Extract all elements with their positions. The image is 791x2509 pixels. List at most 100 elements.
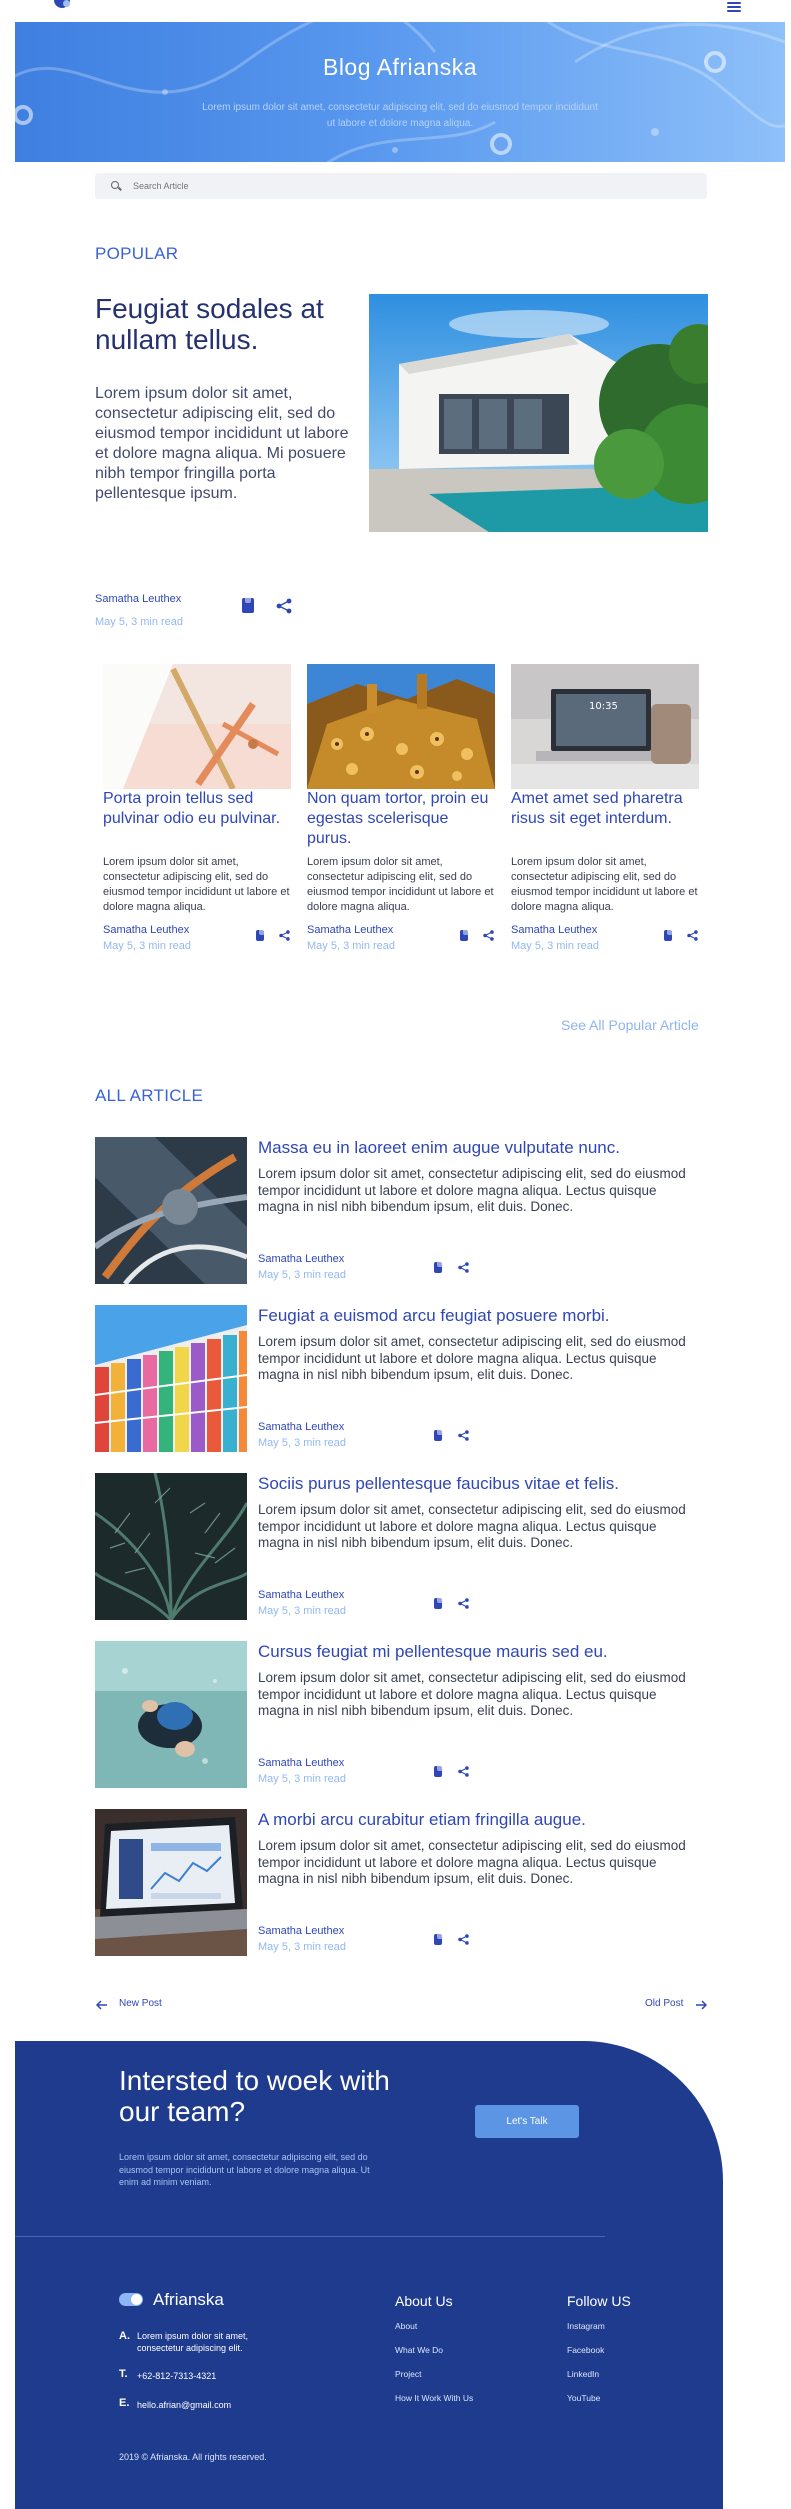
- article-title-4[interactable]: Cursus feugiat mi pellentesque mauris se…: [258, 1642, 698, 1662]
- hero-subtitle: Lorem ipsum dolor sit amet, consectetur …: [202, 102, 598, 129]
- search-bar[interactable]: [95, 173, 707, 199]
- article-image-5[interactable]: [95, 1809, 247, 1956]
- article-body-1: Lorem ipsum dolor sit amet, consectetur …: [258, 1166, 686, 1214]
- footer-link-linkedin[interactable]: LinkedIn: [567, 2369, 599, 2379]
- follow-heading: Follow US: [567, 2293, 631, 2309]
- featured-image[interactable]: [369, 294, 708, 532]
- article-author-5[interactable]: Samatha Leuthex: [258, 1925, 344, 1937]
- svg-text:10:35: 10:35: [589, 701, 618, 712]
- copyright: 2019 © Afrianska. All rights reserved.: [119, 2452, 267, 2462]
- section-all-article-label: ALL ARTICLE: [95, 1086, 204, 1105]
- article-image-3[interactable]: [95, 1473, 247, 1620]
- footer-link-project[interactable]: Project: [395, 2369, 421, 2379]
- bookmark-icon[interactable]: [434, 1934, 443, 1945]
- article-title-2[interactable]: Feugiat a euismod arcu feugiat posuere m…: [258, 1306, 698, 1326]
- email-label: E.: [119, 2397, 130, 2409]
- share-icon[interactable]: [458, 1598, 469, 1609]
- card-body-2: Lorem ipsum dolor sit amet, consectetur …: [307, 856, 494, 913]
- article-title-3[interactable]: Sociis purus pellentesque faucibus vitae…: [258, 1474, 698, 1494]
- card-author-3[interactable]: Samatha Leuthex: [511, 924, 597, 936]
- arrow-left-icon[interactable]: [96, 2000, 108, 2010]
- address-text: Lorem ipsum dolor sit amet, consectetur …: [137, 2331, 249, 2353]
- section-popular-label: POPULAR: [95, 244, 179, 263]
- article-date-2: May 5, 3 min read: [258, 1437, 347, 1449]
- card-title-2[interactable]: Non quam tortor, proin eu egestas sceler…: [307, 789, 497, 849]
- bookmark-icon[interactable]: [664, 930, 673, 941]
- article-author-4[interactable]: Samatha Leuthex: [258, 1757, 344, 1769]
- email-text[interactable]: hello.afrian@gmail.com: [137, 2399, 297, 2411]
- share-icon[interactable]: [458, 1430, 469, 1441]
- bookmark-icon[interactable]: [434, 1430, 443, 1441]
- share-icon[interactable]: [458, 1766, 469, 1777]
- footer-divider: [15, 2236, 605, 2237]
- article-title-5[interactable]: A morbi arcu curabitur etiam fringilla a…: [258, 1810, 698, 1830]
- phone-label: T.: [119, 2368, 128, 2380]
- article-image-2[interactable]: [95, 1305, 247, 1452]
- bookmark-icon[interactable]: [256, 930, 265, 941]
- arrow-right-icon[interactable]: [695, 2000, 707, 2010]
- card-author-2[interactable]: Samatha Leuthex: [307, 924, 393, 936]
- cta-subtitle: Lorem ipsum dolor sit amet, consectetur …: [119, 2152, 370, 2187]
- card-title-3[interactable]: Amet amet sed pharetra risus sit eget in…: [511, 789, 701, 829]
- article-body-4: Lorem ipsum dolor sit amet, consectetur …: [258, 1670, 686, 1718]
- article-title-1[interactable]: Massa eu in laoreet enim augue vulputate…: [258, 1138, 698, 1158]
- hero-banner: Blog Afrianska Lorem ipsum dolor sit ame…: [15, 22, 785, 162]
- article-author-2[interactable]: Samatha Leuthex: [258, 1421, 344, 1433]
- menu-icon[interactable]: [727, 2, 741, 12]
- bookmark-icon[interactable]: [434, 1262, 443, 1273]
- cta-title: Intersted to woek with our team?: [119, 2065, 390, 2127]
- top-nav: [0, 0, 791, 22]
- footer: Intersted to woek with our team? Lorem i…: [15, 2041, 723, 2509]
- card-author-1[interactable]: Samatha Leuthex: [103, 924, 189, 936]
- featured-body: Lorem ipsum dolor sit amet, consectetur …: [95, 385, 349, 502]
- article-author-3[interactable]: Samatha Leuthex: [258, 1589, 344, 1601]
- share-icon[interactable]: [279, 930, 290, 941]
- card-image-1[interactable]: [103, 664, 291, 789]
- bookmark-icon[interactable]: [460, 930, 469, 941]
- featured-author[interactable]: Samatha Leuthex: [95, 593, 181, 605]
- share-icon[interactable]: [276, 598, 292, 614]
- share-icon[interactable]: [687, 930, 698, 941]
- footer-link-instagram[interactable]: Instagram: [567, 2321, 605, 2331]
- bookmark-icon[interactable]: [434, 1598, 443, 1609]
- page-title: Blog Afrianska: [322, 54, 478, 80]
- see-all-popular-link[interactable]: See All Popular Article: [561, 1017, 699, 1033]
- old-post-link[interactable]: Old Post: [645, 1998, 683, 2009]
- address-label: A.: [119, 2330, 130, 2342]
- search-icon: [111, 181, 119, 189]
- article-date-5: May 5, 3 min read: [258, 1941, 347, 1953]
- hero-decoration: [15, 22, 785, 162]
- article-date-4: May 5, 3 min read: [258, 1773, 347, 1785]
- card-date-1: May 5, 3 min read: [103, 940, 192, 952]
- article-body-2: Lorem ipsum dolor sit amet, consectetur …: [258, 1334, 686, 1382]
- card-date-3: May 5, 3 min read: [511, 940, 600, 952]
- bookmark-icon[interactable]: [242, 598, 254, 613]
- brand-logo-icon: [119, 2293, 143, 2306]
- share-icon[interactable]: [458, 1262, 469, 1273]
- new-post-link[interactable]: New Post: [119, 1998, 162, 2009]
- share-icon[interactable]: [458, 1934, 469, 1945]
- footer-link-how-it-works[interactable]: How It Work With Us: [395, 2393, 473, 2403]
- card-body-3: Lorem ipsum dolor sit amet, consectetur …: [511, 856, 698, 913]
- article-author-1[interactable]: Samatha Leuthex: [258, 1253, 344, 1265]
- article-body-5: Lorem ipsum dolor sit amet, consectetur …: [258, 1838, 686, 1886]
- footer-link-what-we-do[interactable]: What We Do: [395, 2345, 443, 2355]
- lets-talk-button[interactable]: Let's Talk: [475, 2105, 579, 2138]
- brand-name: Afrianska: [153, 2290, 224, 2309]
- about-heading: About Us: [395, 2293, 453, 2309]
- footer-link-about[interactable]: About: [395, 2321, 417, 2331]
- featured-title[interactable]: Feugiat sodales at nullam tellus.: [95, 293, 355, 355]
- card-image-2[interactable]: [307, 664, 495, 789]
- article-image-4[interactable]: [95, 1641, 247, 1788]
- share-icon[interactable]: [483, 930, 494, 941]
- footer-link-facebook[interactable]: Facebook: [567, 2345, 604, 2355]
- phone-text[interactable]: +62-812-7313-4321: [137, 2370, 297, 2382]
- card-image-3[interactable]: 10:35: [511, 664, 699, 789]
- article-image-1[interactable]: [95, 1137, 247, 1284]
- article-date-1: May 5, 3 min read: [258, 1269, 347, 1281]
- bookmark-icon[interactable]: [434, 1766, 443, 1777]
- logo-icon[interactable]: [54, 0, 70, 8]
- footer-link-youtube[interactable]: YouTube: [567, 2393, 600, 2403]
- search-input[interactable]: [133, 178, 533, 194]
- card-title-1[interactable]: Porta proin tellus sed pulvinar odio eu …: [103, 789, 293, 829]
